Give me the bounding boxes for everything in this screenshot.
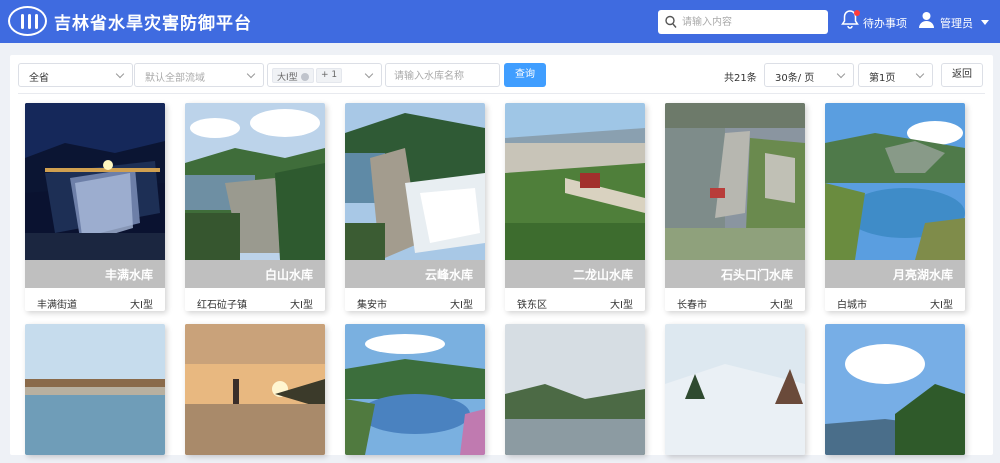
basin-select[interactable]: 默认全部流域 <box>134 63 264 87</box>
reservoir-type: 大I型 <box>290 300 313 311</box>
reservoir-name: 云峰水库 <box>424 268 473 282</box>
reservoir-photo <box>345 103 485 260</box>
reservoir-location: 铁东区 <box>517 300 547 311</box>
reservoir-photo <box>25 324 165 455</box>
region-select[interactable]: 全省 <box>18 63 133 87</box>
content-panel: 全省 默认全部流域 大I型 + 1 查询 共21条 30条/ 页 第1页 返回 <box>10 55 993 455</box>
user-icon <box>919 12 934 28</box>
app-title: 吉林省水旱灾害防御平台 <box>54 14 252 34</box>
chevron-down-icon <box>364 69 374 79</box>
reservoir-location: 红石砬子镇 <box>197 300 247 311</box>
reservoir-name-field[interactable] <box>385 63 500 87</box>
reservoir-location: 集安市 <box>357 300 387 311</box>
type-multiselect[interactable]: 大I型 + 1 <box>267 63 382 87</box>
query-button[interactable]: 查询 <box>504 63 546 87</box>
reservoir-card[interactable] <box>665 324 805 455</box>
reservoir-photo <box>505 103 645 260</box>
header-search[interactable] <box>658 10 828 34</box>
chevron-down-icon <box>915 69 925 79</box>
type-more-tag: + 1 <box>316 68 343 83</box>
type-tag-label: 大I型 <box>277 73 298 83</box>
reservoir-type: 大I型 <box>770 300 793 311</box>
chevron-down-icon <box>836 69 846 79</box>
reservoir-photo <box>665 103 805 260</box>
reservoir-photo <box>185 103 325 260</box>
notification-dot <box>854 10 860 16</box>
divider <box>18 93 985 94</box>
card-title-band: 石头口门水库 <box>665 260 805 288</box>
page-size-value: 30条/ 页 <box>775 73 815 84</box>
card-title-band: 月亮湖水库 <box>825 260 965 288</box>
reservoir-card[interactable]: 白山水库 红石砬子镇 大I型 <box>185 103 325 311</box>
reservoir-card[interactable] <box>505 324 645 455</box>
reservoir-card[interactable] <box>825 324 965 455</box>
page-value: 第1页 <box>869 73 896 84</box>
reservoir-photo <box>665 324 805 455</box>
chevron-down-icon <box>115 69 125 79</box>
page-size-select[interactable]: 30条/ 页 <box>764 63 854 87</box>
reservoir-card[interactable] <box>25 324 165 455</box>
reservoir-type: 大I型 <box>610 300 633 311</box>
back-button[interactable]: 返回 <box>941 63 983 87</box>
reservoir-name: 白山水库 <box>264 268 313 282</box>
search-input[interactable] <box>682 13 822 31</box>
card-title-band: 云峰水库 <box>345 260 485 288</box>
reservoir-card[interactable]: 丰满水库 丰满街道 大I型 <box>25 103 165 311</box>
total-count: 共21条 <box>724 73 757 84</box>
todo-label: 待办事项 <box>863 17 907 30</box>
user-label: 管理员 <box>940 17 973 30</box>
type-tag[interactable]: 大I型 <box>272 68 314 83</box>
reservoir-photo <box>825 103 965 260</box>
caret-down-icon <box>981 20 989 25</box>
card-title-band: 白山水库 <box>185 260 325 288</box>
reservoir-location: 白城市 <box>837 300 867 311</box>
reservoir-name-input[interactable] <box>394 68 494 84</box>
reservoir-card[interactable]: 二龙山水库 铁东区 大I型 <box>505 103 645 311</box>
reservoir-name: 丰满水库 <box>104 268 153 282</box>
tag-close-icon[interactable] <box>300 73 309 81</box>
reservoir-type: 大I型 <box>930 300 953 311</box>
reservoir-photo <box>345 324 485 455</box>
chevron-down-icon <box>246 69 256 79</box>
reservoir-location: 丰满街道 <box>37 300 77 311</box>
reservoir-card[interactable]: 云峰水库 集安市 大I型 <box>345 103 485 311</box>
reservoir-card[interactable]: 石头口门水库 长春市 大I型 <box>665 103 805 311</box>
page-select[interactable]: 第1页 <box>858 63 933 87</box>
basin-select-placeholder: 默认全部流域 <box>145 73 205 84</box>
reservoir-card[interactable] <box>345 324 485 455</box>
reservoir-name: 月亮湖水库 <box>892 268 953 282</box>
search-icon <box>665 15 677 28</box>
reservoir-location: 长春市 <box>677 300 707 311</box>
card-title-band: 二龙山水库 <box>505 260 645 288</box>
reservoir-photo <box>825 324 965 455</box>
region-select-value: 全省 <box>29 73 49 84</box>
reservoir-photo <box>185 324 325 455</box>
card-title-band: 丰满水库 <box>25 260 165 288</box>
reservoir-photo <box>25 103 165 260</box>
reservoir-type: 大I型 <box>450 300 473 311</box>
reservoir-type: 大I型 <box>130 300 153 311</box>
reservoir-name: 二龙山水库 <box>572 268 633 282</box>
reservoir-card[interactable] <box>185 324 325 455</box>
water-conservancy-logo-icon <box>8 6 47 36</box>
reservoir-name: 石头口门水库 <box>720 268 793 282</box>
reservoir-photo <box>505 324 645 455</box>
top-header: 吉林省水旱灾害防御平台 待办事项 管理员 <box>0 0 1000 43</box>
reservoir-card[interactable]: 月亮湖水库 白城市 大I型 <box>825 103 965 311</box>
